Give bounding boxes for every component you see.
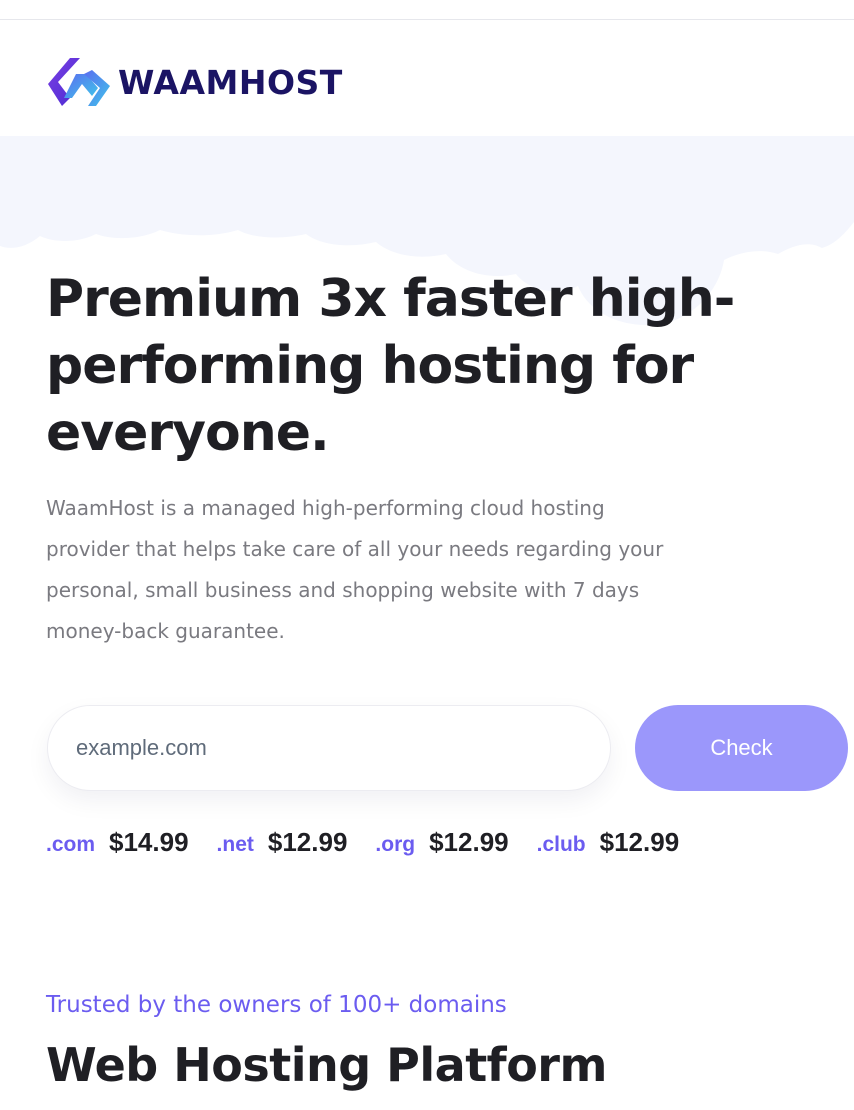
brand-logo-link[interactable]: WAAMHOST [46,56,343,108]
waamhost-logo-icon [46,56,112,108]
domain-extension: .club [536,832,586,856]
domain-extension: .org [375,832,416,856]
check-domain-button[interactable]: Check [635,705,848,791]
domain-price: $12.99 [599,826,680,857]
domain-price: $12.99 [429,826,509,857]
domain-price-list: .com $14.99 .net $12.99 .org $12.99 .clu… [46,822,707,862]
brand-name: WAAMHOST [118,62,343,102]
platform-heading: Web Hosting Platform [46,1038,607,1092]
domain-price: $14.99 [109,826,189,857]
domain-search-input[interactable] [47,705,611,791]
domain-price: $12.99 [267,826,348,857]
price-item-com: .com $14.99 [46,827,189,858]
price-item-club: .club $12.99 [537,827,680,858]
trusted-eyebrow: Trusted by the owners of 100+ domains [46,992,507,1018]
price-item-net: .net $12.99 [217,827,348,858]
hero-description: WaamHost is a managed high-performing cl… [46,496,664,643]
domain-extension: .net [216,832,254,856]
price-item-org: .org $12.99 [375,827,508,858]
hero-title: Premium 3x faster high-performing hostin… [46,269,735,463]
domain-extension: .com [46,832,96,856]
site-header: WAAMHOST [0,20,854,136]
